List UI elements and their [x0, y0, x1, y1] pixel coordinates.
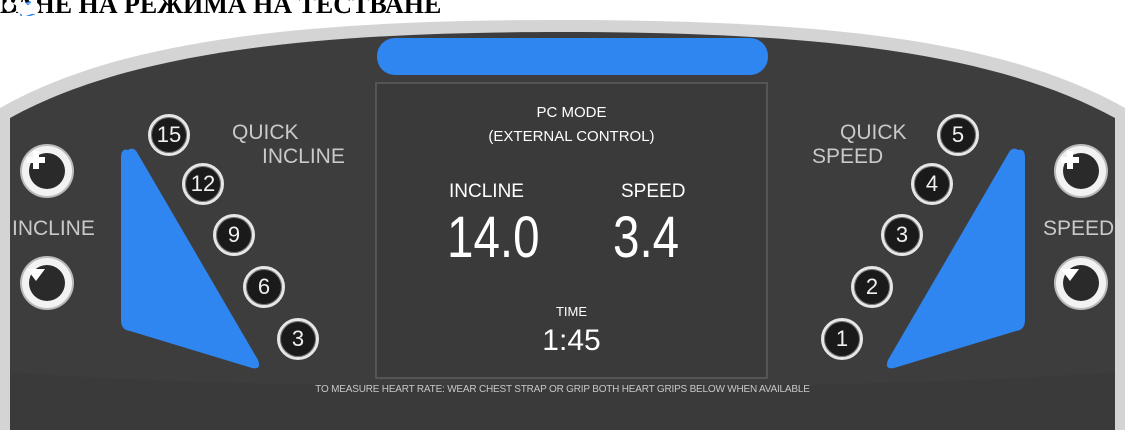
time-display-label: TIME	[555, 304, 588, 319]
minus-icon	[1061, 265, 1099, 301]
incline-down-button[interactable]	[22, 258, 72, 308]
quick-speed-button[interactable]: 4	[911, 163, 953, 205]
plus-icon	[27, 151, 65, 189]
quick-incline-label-line2: INCLINE	[262, 145, 345, 168]
quick-speed-label-line2: SPEED	[812, 145, 884, 168]
treadmill-console: INCLINE QUICK INCLINE 15 12 9 6 3 PC MOD…	[0, 0, 1125, 430]
top-tab[interactable]	[377, 38, 768, 75]
runner-icon	[4, 2, 58, 60]
speed-up-button[interactable]	[1056, 146, 1106, 196]
incline-up-button[interactable]	[22, 146, 72, 196]
speed-display-label: SPEED	[621, 181, 686, 202]
quick-speed-button[interactable]: 5	[937, 114, 979, 156]
quick-incline-button[interactable]: 15	[148, 114, 190, 156]
quick-incline-button[interactable]: 6	[243, 266, 285, 308]
quick-incline-label-line1: QUICK	[232, 121, 299, 144]
speed-display-value: 3.4	[613, 205, 680, 270]
quick-incline-button[interactable]: 3	[277, 318, 319, 360]
heart-rate-note: TO MEASURE HEART RATE: WEAR CHEST STRAP …	[315, 384, 810, 395]
quick-speed-label-line1: QUICK	[840, 121, 907, 144]
minus-icon	[27, 265, 65, 301]
time-display-value: 1:45	[542, 324, 601, 357]
quick-incline-button[interactable]: 12	[182, 163, 224, 205]
quick-speed-button[interactable]: 1	[821, 318, 863, 360]
speed-label: SPEED	[1043, 217, 1115, 240]
mode-line2: (EXTERNAL CONTROL)	[488, 128, 655, 145]
quick-speed-button[interactable]: 2	[851, 266, 893, 308]
incline-display-label: INCLINE	[449, 181, 524, 202]
plus-icon	[1061, 151, 1099, 189]
quick-speed-button[interactable]: 3	[881, 214, 923, 256]
main-display: PC MODE (EXTERNAL CONTROL) INCLINE SPEED…	[375, 82, 768, 379]
incline-label: INCLINE	[12, 217, 95, 240]
incline-display-value: 14.0	[447, 205, 540, 270]
quick-incline-button[interactable]: 9	[213, 214, 255, 256]
mode-line1: PC MODE	[536, 104, 607, 121]
speed-down-button[interactable]	[1056, 258, 1106, 308]
